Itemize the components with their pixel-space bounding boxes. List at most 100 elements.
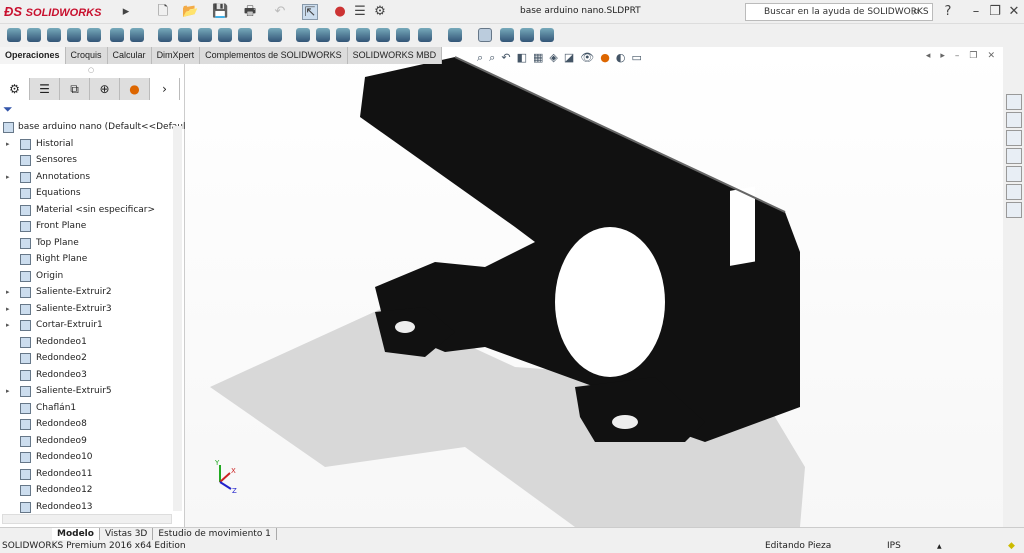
- hide-show-icon[interactable]: 👁: [580, 51, 594, 65]
- viewport-close-icon[interactable]: ✕: [987, 51, 995, 61]
- linear-pattern-icon[interactable]: [268, 28, 282, 42]
- reference-geometry-icon[interactable]: [418, 28, 432, 42]
- mirror-icon[interactable]: [396, 28, 410, 42]
- sheet-metal-icon[interactable]: [520, 28, 534, 42]
- tab-calcular[interactable]: Calcular: [107, 47, 152, 64]
- units-dropdown-icon[interactable]: ▲: [937, 540, 942, 553]
- view-settings-icon[interactable]: ▭: [631, 51, 641, 65]
- shell-icon[interactable]: [336, 28, 350, 42]
- tab-estudio-movimiento[interactable]: Estudio de movimiento 1: [153, 528, 277, 540]
- hole-wizard-icon[interactable]: [130, 28, 144, 42]
- display-style-icon[interactable]: ◪: [564, 51, 574, 65]
- previous-view-icon[interactable]: ↶: [501, 51, 510, 65]
- tree-item[interactable]: Right Plane: [0, 251, 172, 268]
- tree-item[interactable]: Sensores: [0, 152, 172, 169]
- solidworks-logo[interactable]: ƉS SOLIDWORKS: [4, 2, 114, 22]
- zoom-to-fit-icon[interactable]: ⌕: [477, 51, 483, 65]
- tree-item[interactable]: ▸ Annotations: [0, 169, 172, 186]
- tree-item[interactable]: Redondeo13: [0, 499, 172, 516]
- new-document-icon[interactable]: 🗋: [155, 4, 171, 20]
- view-orientation-icon[interactable]: ◈: [549, 51, 557, 65]
- units-selector[interactable]: IPS: [887, 540, 901, 553]
- zoom-area-icon[interactable]: ⌕: [489, 51, 495, 65]
- tab-complementos[interactable]: Complementos de SOLIDWORKS: [200, 47, 348, 64]
- tree-item[interactable]: Redondeo3: [0, 367, 172, 384]
- expand-arrow-icon[interactable]: ▸: [6, 136, 10, 153]
- expand-arrow-icon[interactable]: ▸: [6, 301, 10, 318]
- view-palette-icon[interactable]: [1006, 148, 1022, 164]
- weldments-icon[interactable]: [540, 28, 554, 42]
- tree-item[interactable]: Origin: [0, 268, 172, 285]
- tab-operaciones[interactable]: Operaciones: [0, 47, 66, 64]
- propertymanager-tab-icon[interactable]: ☰: [30, 78, 60, 100]
- tab-mbd[interactable]: SOLIDWORKS MBD: [347, 47, 443, 64]
- minimize-icon[interactable]: –: [968, 4, 984, 20]
- tree-item[interactable]: Material <sin especificar>: [0, 202, 172, 219]
- undo-icon[interactable]: ↶: [272, 4, 288, 20]
- solidworks-resources-icon[interactable]: [1006, 94, 1022, 110]
- tab-croquis[interactable]: Croquis: [65, 47, 108, 64]
- loft-boss-icon[interactable]: [67, 28, 81, 42]
- help-icon[interactable]: ?: [940, 4, 956, 20]
- restore-icon[interactable]: ❐: [987, 4, 1003, 20]
- surface-icon[interactable]: [500, 28, 514, 42]
- tree-item[interactable]: ▸ Saliente-Extruir2: [0, 284, 172, 301]
- tree-item[interactable]: ▸ Saliente-Extruir5: [0, 383, 172, 400]
- forum-icon[interactable]: [1006, 202, 1022, 218]
- design-library-icon[interactable]: [1006, 112, 1022, 128]
- tree-item[interactable]: Redondeo12: [0, 482, 172, 499]
- swept-cut-icon[interactable]: [178, 28, 192, 42]
- boundary-boss-icon[interactable]: [87, 28, 101, 42]
- file-explorer-icon[interactable]: [1006, 130, 1022, 146]
- scene-icon[interactable]: ◐: [616, 51, 626, 65]
- dimxpertmanager-tab-icon[interactable]: ⊕: [90, 78, 120, 100]
- wrap-icon[interactable]: [356, 28, 370, 42]
- viewport-prev-icon[interactable]: ◂: [926, 51, 931, 61]
- tree-item[interactable]: Redondeo9: [0, 433, 172, 450]
- configurationmanager-tab-icon[interactable]: ⧉: [60, 78, 90, 100]
- section-view-icon[interactable]: ◧: [517, 51, 527, 65]
- tree-item[interactable]: Redondeo8: [0, 416, 172, 433]
- options-gear-icon[interactable]: ⚙: [372, 4, 388, 20]
- rebuild-status-icon[interactable]: ◆: [1008, 540, 1015, 553]
- tab-dimxpert[interactable]: DimXpert: [151, 47, 201, 64]
- open-icon[interactable]: 📂: [182, 4, 198, 20]
- tab-modelo[interactable]: Modelo: [52, 528, 100, 540]
- custom-properties-icon[interactable]: [1006, 184, 1022, 200]
- rib-icon[interactable]: [296, 28, 310, 42]
- dynamic-annotation-icon[interactable]: ▦: [533, 51, 543, 65]
- instant3d-icon[interactable]: [478, 28, 492, 42]
- tree-item[interactable]: ▸ Cortar-Extruir1: [0, 317, 172, 334]
- appearances-icon[interactable]: [1006, 166, 1022, 182]
- filter-icon[interactable]: ⏷: [3, 102, 13, 117]
- search-icon[interactable]: ⌕: [908, 4, 924, 20]
- expand-arrow-icon[interactable]: ▸: [6, 317, 10, 334]
- boundary-cut-icon[interactable]: [218, 28, 232, 42]
- revolve-boss-icon[interactable]: [27, 28, 41, 42]
- featuremanager-tab-icon[interactable]: ⚙: [0, 78, 30, 100]
- tree-item[interactable]: Redondeo10: [0, 449, 172, 466]
- save-icon[interactable]: 💾: [212, 4, 228, 20]
- viewport-next-icon[interactable]: ▸: [940, 51, 945, 61]
- tree-item[interactable]: Redondeo1: [0, 334, 172, 351]
- tab-vistas-3d[interactable]: Vistas 3D: [100, 528, 154, 540]
- close-icon[interactable]: ✕: [1006, 4, 1022, 20]
- tree-item[interactable]: ▸ Saliente-Extruir3: [0, 301, 172, 318]
- tree-item[interactable]: Redondeo2: [0, 350, 172, 367]
- fillet-icon[interactable]: [238, 28, 252, 42]
- more-tabs-chevron-icon[interactable]: ›: [150, 78, 180, 100]
- tree-item[interactable]: ▸ Historial: [0, 136, 172, 153]
- draft-icon[interactable]: [316, 28, 330, 42]
- tree-item[interactable]: Front Plane: [0, 218, 172, 235]
- help-search-input[interactable]: Buscar en la ayuda de SOLIDWORKS: [745, 3, 933, 21]
- tree-root-part[interactable]: base arduino nano (Default<<Default>: [0, 119, 197, 136]
- rebuild-icon[interactable]: ●: [332, 4, 348, 20]
- lofted-cut-icon[interactable]: [198, 28, 212, 42]
- tree-item[interactable]: Equations: [0, 185, 172, 202]
- print-icon[interactable]: 🖶: [242, 4, 258, 20]
- curves-icon[interactable]: [448, 28, 462, 42]
- graphics-area[interactable]: Y X Z ⌕ ⌕ ↶ ◧ ▦ ◈ ◪ 👁 ● ◐ ▭ ◂ ▸ – ❐ ✕: [185, 47, 1003, 527]
- sweep-boss-icon[interactable]: [47, 28, 61, 42]
- file-properties-icon[interactable]: ☰: [352, 4, 368, 20]
- panel-splitter-handle[interactable]: ○: [88, 66, 94, 74]
